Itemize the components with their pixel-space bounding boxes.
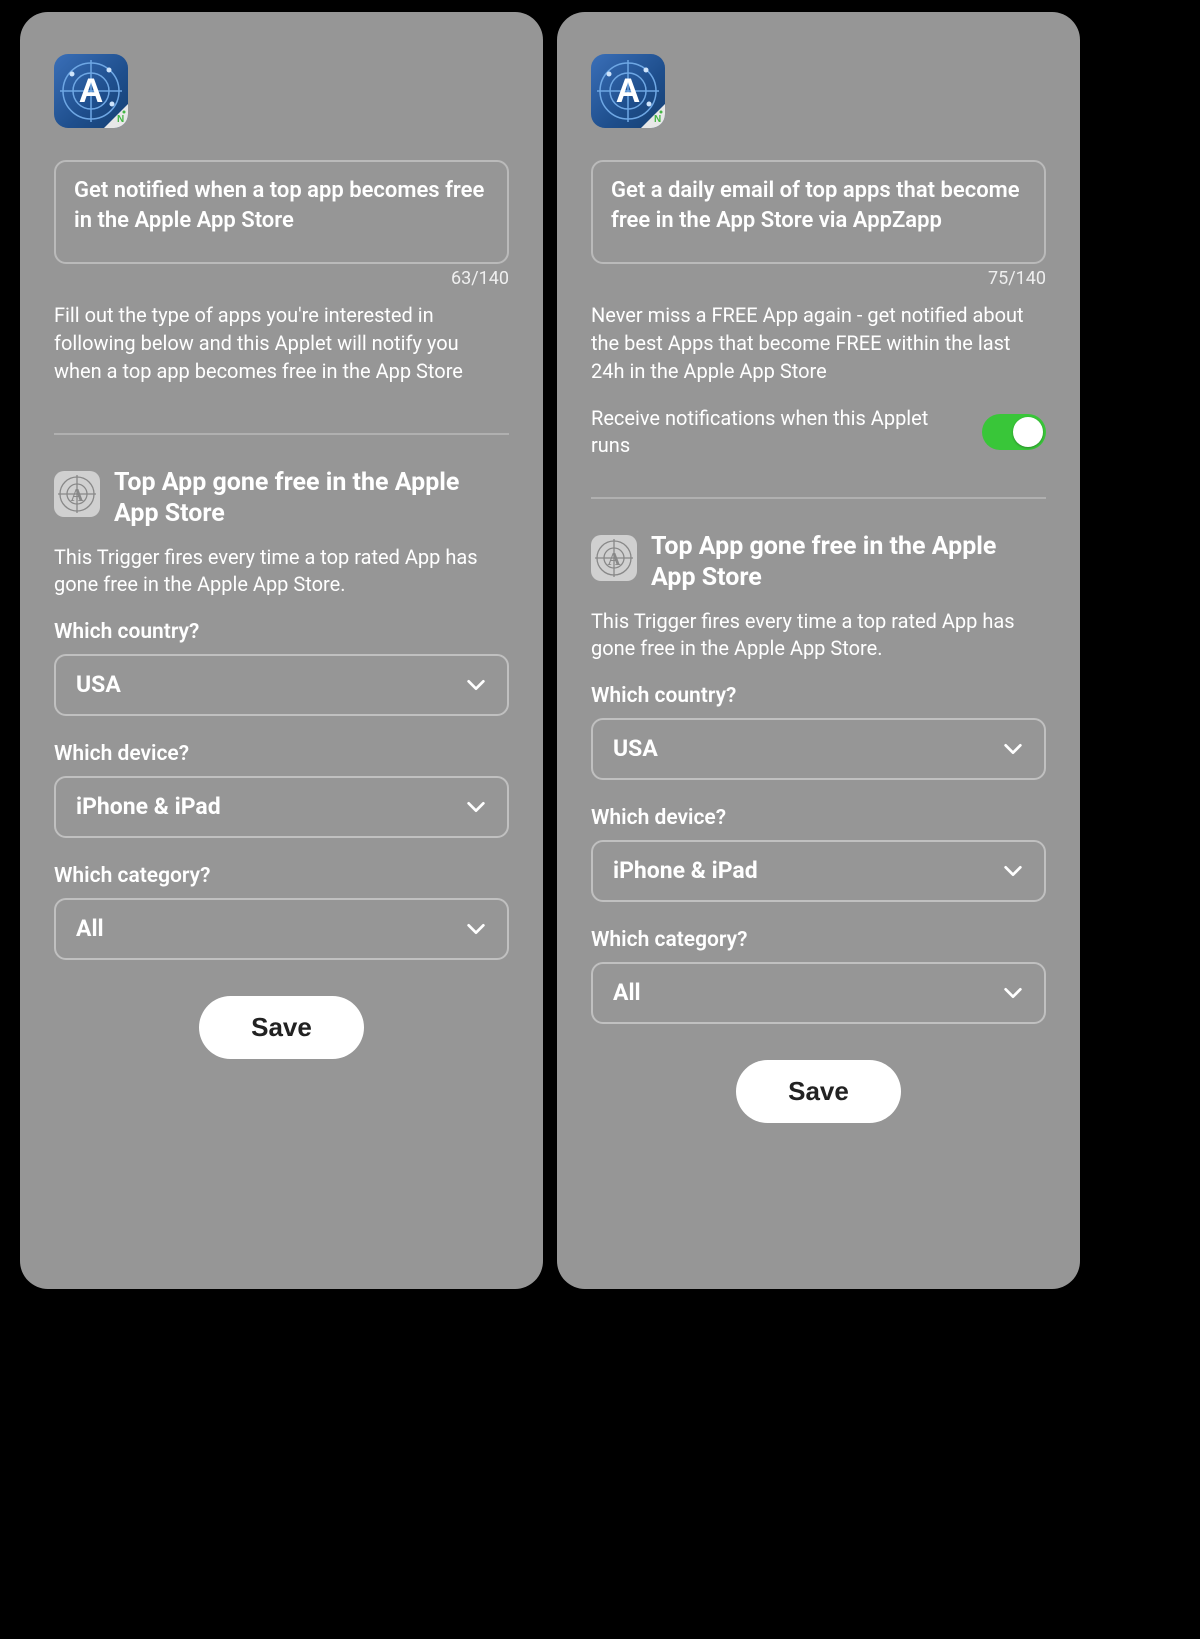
trigger-description: This Trigger fires every time a top rate… xyxy=(54,544,509,598)
applet-title-text: Get a daily email of top apps that becom… xyxy=(611,178,1020,233)
notifications-toggle[interactable] xyxy=(982,414,1046,450)
chevron-down-icon xyxy=(465,918,487,940)
country-label: Which country? xyxy=(591,684,1046,708)
trigger-service-icon: A xyxy=(591,535,637,581)
svg-text:N: N xyxy=(117,114,124,125)
device-value: iPhone & iPad xyxy=(76,793,221,820)
trigger-description: This Trigger fires every time a top rate… xyxy=(591,608,1046,662)
device-value: iPhone & iPad xyxy=(613,857,758,884)
char-counter: 75/140 xyxy=(591,268,1046,289)
trigger-title: Top App gone free in the Apple App Store xyxy=(114,467,509,530)
device-select[interactable]: iPhone & iPad xyxy=(591,840,1046,902)
country-value: USA xyxy=(613,735,658,762)
category-value: All xyxy=(76,915,104,942)
country-select[interactable]: USA xyxy=(591,718,1046,780)
char-counter: 63/140 xyxy=(54,268,509,289)
category-select[interactable]: All xyxy=(54,898,509,960)
chevron-down-icon xyxy=(1002,982,1024,1004)
notifications-toggle-label: Receive notifications when this Applet r… xyxy=(591,405,966,459)
applet-title-text: Get notified when a top app becomes free… xyxy=(74,178,484,233)
save-button[interactable]: Save xyxy=(199,996,364,1059)
applet-config-panel-right: A N Get a daily email of top apps that b… xyxy=(557,12,1080,1289)
svg-text:N: N xyxy=(654,114,661,125)
category-label: Which category? xyxy=(54,864,509,888)
chevron-down-icon xyxy=(1002,738,1024,760)
category-value: All xyxy=(613,979,641,1006)
applet-description: Fill out the type of apps you're interes… xyxy=(54,301,509,385)
chevron-down-icon xyxy=(1002,860,1024,882)
device-select[interactable]: iPhone & iPad xyxy=(54,776,509,838)
svg-text:A: A xyxy=(616,72,641,110)
appzapp-app-icon: A N xyxy=(591,54,665,128)
divider xyxy=(591,497,1046,499)
device-label: Which device? xyxy=(54,742,509,766)
chevron-down-icon xyxy=(465,674,487,696)
appzapp-app-icon: A N xyxy=(54,54,128,128)
applet-title-input[interactable]: Get a daily email of top apps that becom… xyxy=(591,160,1046,264)
divider xyxy=(54,433,509,435)
toggle-knob xyxy=(1013,417,1043,447)
svg-text:A: A xyxy=(608,549,621,569)
trigger-service-icon: A xyxy=(54,471,100,517)
applet-config-panel-left: A N Get notified when a top app becomes … xyxy=(20,12,543,1289)
applet-description: Never miss a FREE App again - get notifi… xyxy=(591,301,1046,385)
country-value: USA xyxy=(76,671,121,698)
category-select[interactable]: All xyxy=(591,962,1046,1024)
svg-text:A: A xyxy=(79,72,104,110)
save-button[interactable]: Save xyxy=(736,1060,901,1123)
applet-title-input[interactable]: Get notified when a top app becomes free… xyxy=(54,160,509,264)
chevron-down-icon xyxy=(465,796,487,818)
country-label: Which country? xyxy=(54,620,509,644)
category-label: Which category? xyxy=(591,928,1046,952)
country-select[interactable]: USA xyxy=(54,654,509,716)
trigger-title: Top App gone free in the Apple App Store xyxy=(651,531,1046,594)
svg-text:A: A xyxy=(71,485,84,505)
device-label: Which device? xyxy=(591,806,1046,830)
